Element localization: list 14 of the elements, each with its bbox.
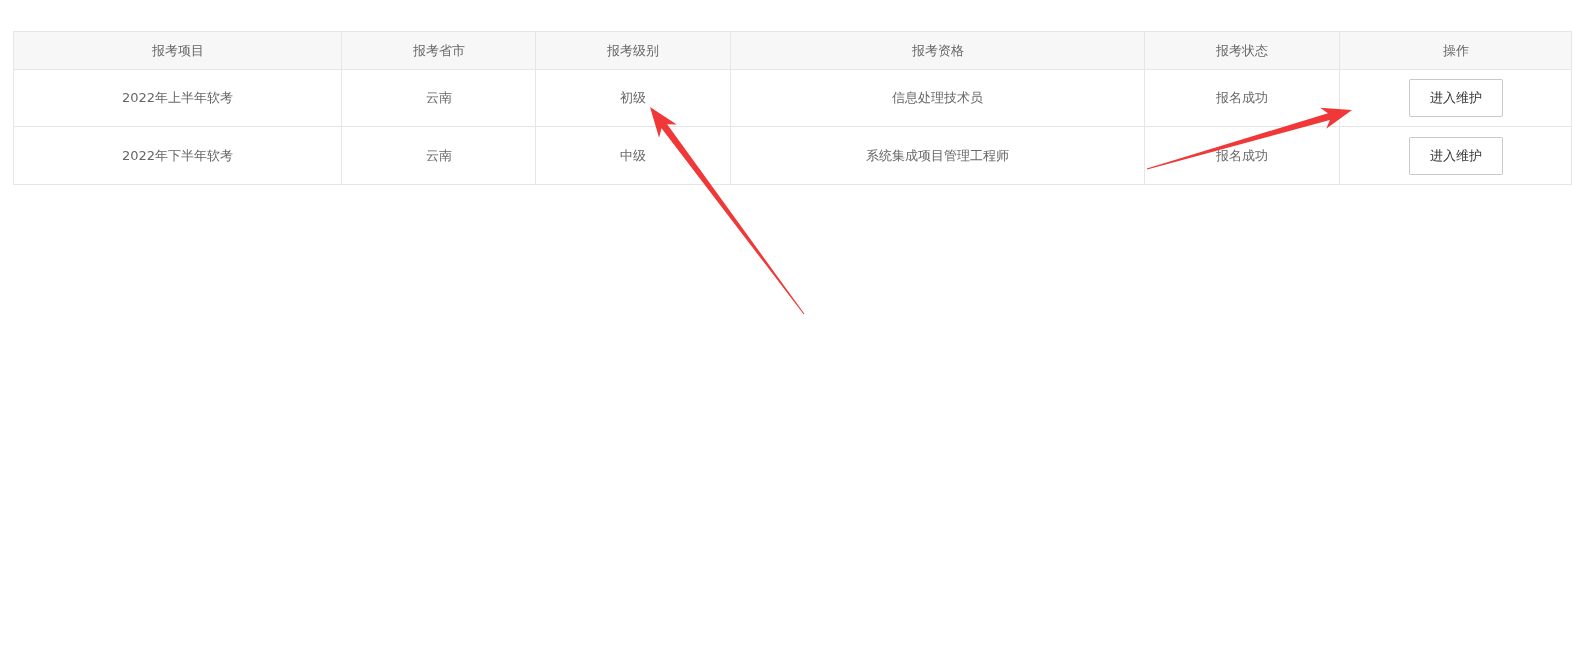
table-cell: 云南 — [342, 70, 536, 127]
column-header: 报考项目 — [14, 32, 342, 70]
table-cell: 云南 — [342, 127, 536, 184]
maintain-button[interactable]: 进入维护 — [1408, 136, 1503, 175]
column-header: 报考状态 — [1145, 32, 1340, 70]
column-header: 报考省市 — [342, 32, 536, 70]
table-cell: 系统集成项目管理工程师 — [731, 127, 1145, 184]
maintain-button[interactable]: 进入维护 — [1408, 79, 1503, 117]
column-header: 报考资格 — [731, 32, 1145, 70]
column-header: 操作 — [1340, 32, 1571, 70]
column-header: 报考级别 — [536, 32, 731, 70]
table-cell: 2022年上半年软考 — [14, 70, 342, 127]
table-cell: 信息处理技术员 — [731, 70, 1145, 127]
table-cell: 2022年下半年软考 — [14, 127, 342, 184]
